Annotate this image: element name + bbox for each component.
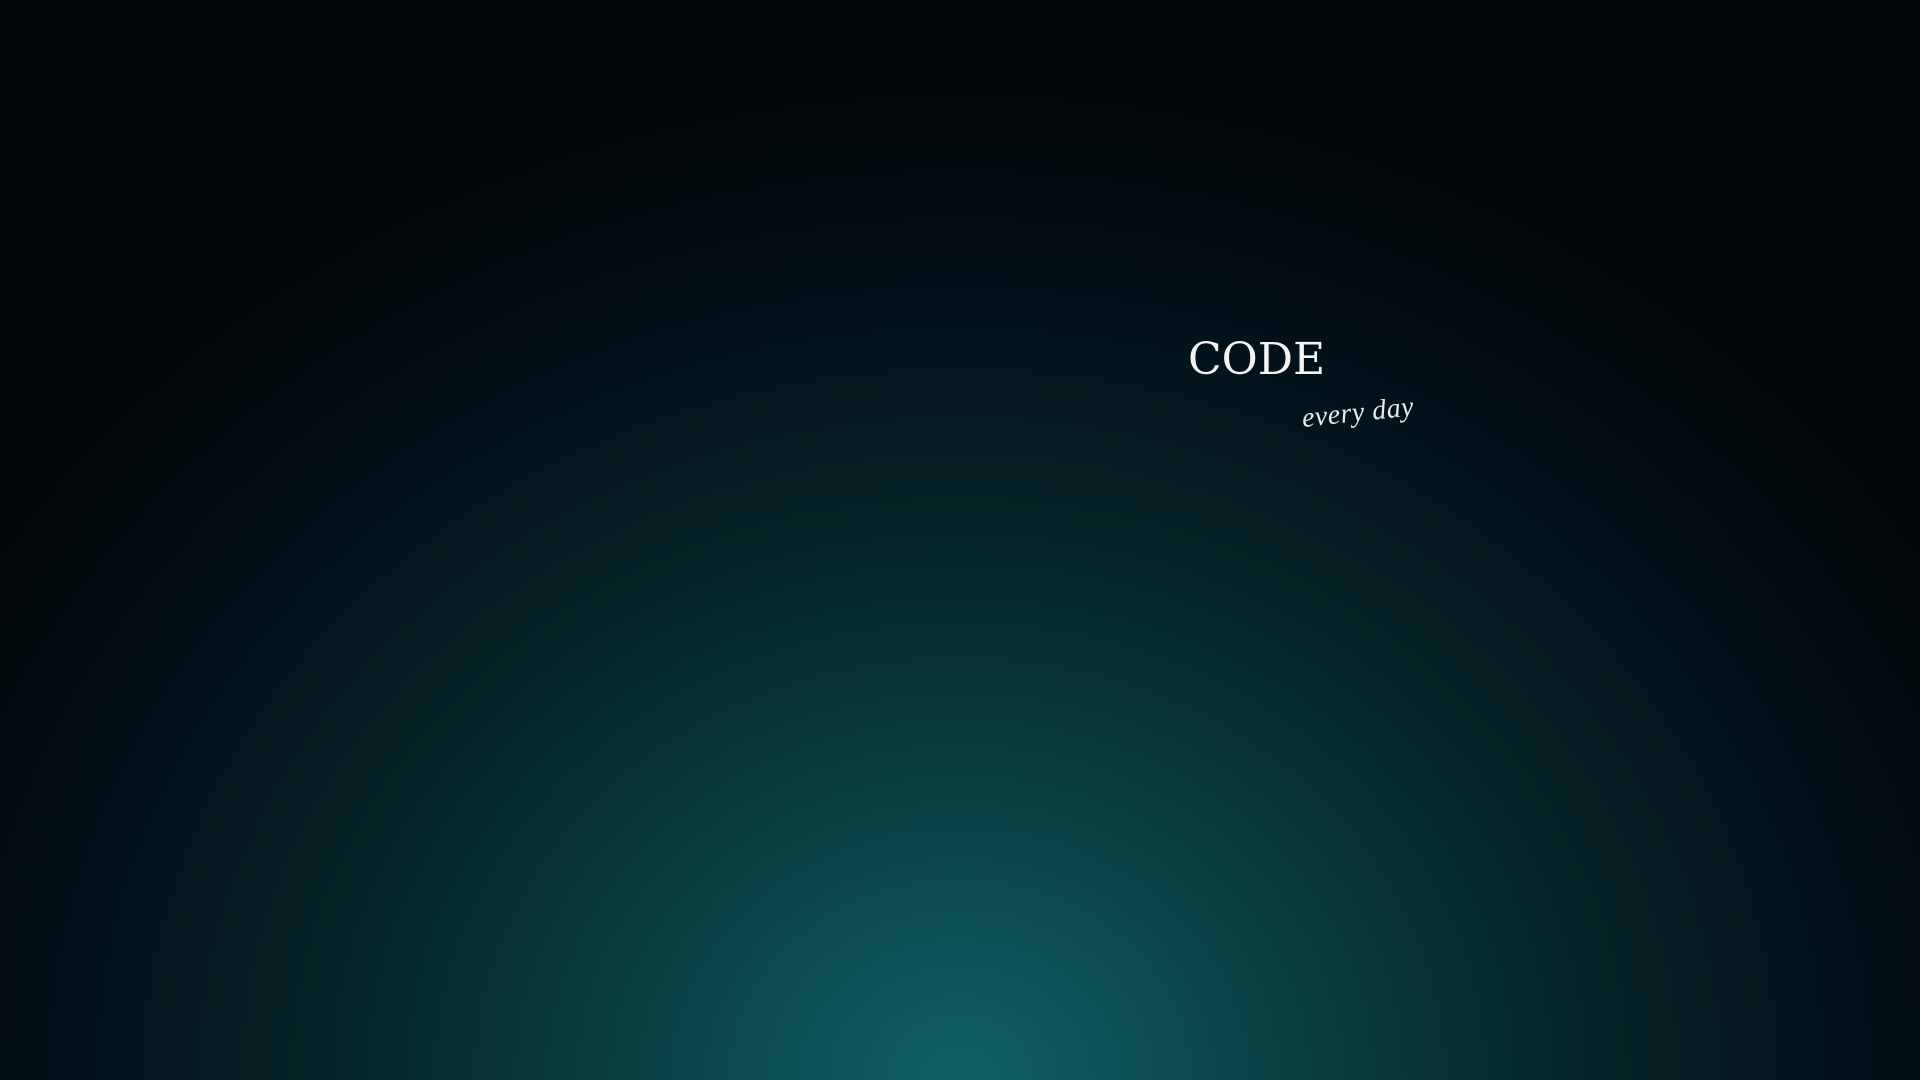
desktop-wallpaper: CODE every day <box>0 0 1920 1080</box>
wallpaper-title: CODE <box>1188 334 1326 385</box>
wallpaper-tagline: every day <box>1300 391 1416 434</box>
